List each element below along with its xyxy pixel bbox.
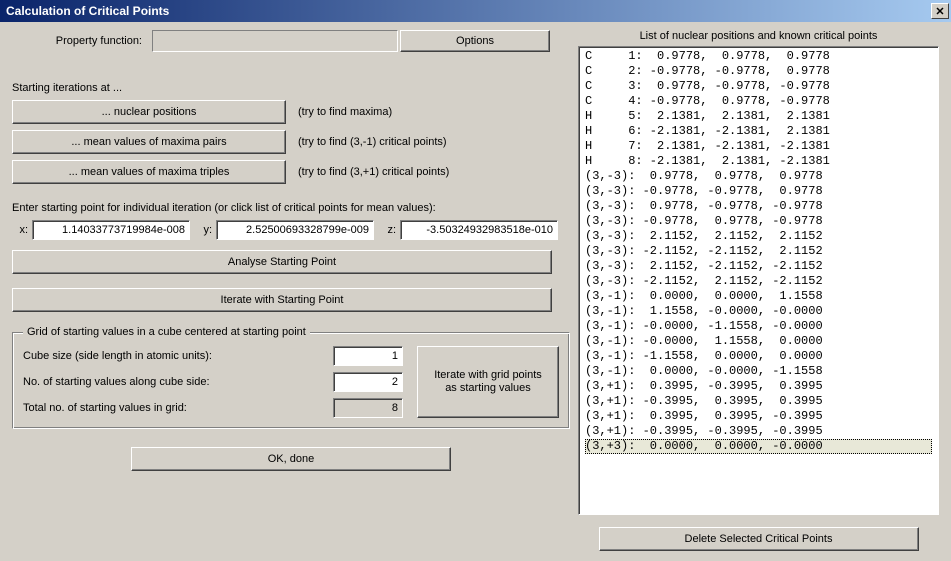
list-item[interactable]: H 6: -2.1381, -2.1381, 2.1381 — [585, 124, 932, 139]
list-item[interactable]: (3,-3): -0.9778, -0.9778, 0.9778 — [585, 184, 932, 199]
list-item[interactable]: (3,-1): -0.0000, -1.1558, -0.0000 — [585, 319, 932, 334]
grid-groupbox: Grid of starting values in a cube center… — [12, 326, 570, 429]
maxima-triples-button[interactable]: ... mean values of maxima triples — [12, 160, 286, 184]
maxima-pairs-button[interactable]: ... mean values of maxima pairs — [12, 130, 286, 154]
cube-size-input[interactable] — [333, 346, 403, 366]
total-values-display: 8 — [333, 398, 403, 418]
nuclear-positions-button[interactable]: ... nuclear positions — [12, 100, 286, 124]
list-item[interactable]: (3,-1): 0.0000, 0.0000, 1.1558 — [585, 289, 932, 304]
list-item[interactable]: C 1: 0.9778, 0.9778, 0.9778 — [585, 49, 932, 64]
list-item[interactable]: C 3: 0.9778, -0.9778, -0.9778 — [585, 79, 932, 94]
starting-iterations-label: Starting iterations at ... — [12, 82, 570, 94]
iterate-grid-button[interactable]: Iterate with grid points as starting val… — [417, 346, 559, 418]
list-item[interactable]: H 7: 2.1381, -2.1381, -2.1381 — [585, 139, 932, 154]
delete-selected-button[interactable]: Delete Selected Critical Points — [599, 527, 919, 551]
grid-legend: Grid of starting values in a cube center… — [23, 326, 310, 338]
list-item[interactable]: (3,-3): -2.1152, 2.1152, -2.1152 — [585, 274, 932, 289]
triples-hint: (try to find (3,+1) critical points) — [298, 166, 449, 178]
total-values-label: Total no. of starting values in grid: — [23, 402, 333, 414]
y-label: y: — [190, 224, 216, 236]
individual-start-label: Enter starting point for individual iter… — [12, 202, 570, 214]
list-item[interactable]: (3,-3): -0.9778, 0.9778, -0.9778 — [585, 214, 932, 229]
list-item[interactable]: (3,-1): -0.0000, 1.1558, 0.0000 — [585, 334, 932, 349]
cube-size-label: Cube size (side length in atomic units): — [23, 350, 333, 362]
list-item[interactable]: (3,-1): 1.1558, -0.0000, -0.0000 — [585, 304, 932, 319]
list-item[interactable]: (3,+1): 0.3995, 0.3995, -0.3995 — [585, 409, 932, 424]
ok-button[interactable]: OK, done — [131, 447, 451, 471]
property-function-label: Property function: — [12, 35, 152, 47]
nuclear-hint: (try to find maxima) — [298, 106, 392, 118]
list-item[interactable]: (3,-1): -1.1558, 0.0000, 0.0000 — [585, 349, 932, 364]
pairs-hint: (try to find (3,-1) critical points) — [298, 136, 447, 148]
window-title: Calculation of Critical Points — [6, 4, 169, 18]
options-button[interactable]: Options — [400, 30, 550, 52]
y-input[interactable] — [216, 220, 374, 240]
list-item[interactable]: H 5: 2.1381, 2.1381, 2.1381 — [585, 109, 932, 124]
list-item[interactable]: (3,-3): 2.1152, -2.1152, -2.1152 — [585, 259, 932, 274]
list-item[interactable]: (3,+3): 0.0000, 0.0000, -0.0000 — [585, 439, 932, 454]
list-item[interactable]: C 2: -0.9778, -0.9778, 0.9778 — [585, 64, 932, 79]
list-item[interactable]: (3,-3): 0.9778, -0.9778, -0.9778 — [585, 199, 932, 214]
z-input[interactable] — [400, 220, 558, 240]
analyse-button[interactable]: Analyse Starting Point — [12, 250, 552, 274]
list-item[interactable]: (3,-1): 0.0000, -0.0000, -1.1558 — [585, 364, 932, 379]
starting-values-input[interactable] — [333, 372, 403, 392]
dialog-body: Property function: Options Starting iter… — [0, 22, 951, 561]
list-item[interactable]: (3,+1): -0.3995, 0.3995, 0.3995 — [585, 394, 932, 409]
titlebar: Calculation of Critical Points ✕ — [0, 0, 951, 22]
list-item[interactable]: (3,+1): -0.3995, -0.3995, -0.3995 — [585, 424, 932, 439]
iterate-button[interactable]: Iterate with Starting Point — [12, 288, 552, 312]
list-item[interactable]: (3,-3): 0.9778, 0.9778, 0.9778 — [585, 169, 932, 184]
left-panel: Property function: Options Starting iter… — [12, 30, 578, 551]
property-function-field[interactable] — [152, 30, 398, 52]
z-label: z: — [374, 224, 400, 236]
list-item[interactable]: (3,-3): 2.1152, 2.1152, 2.1152 — [585, 229, 932, 244]
critical-points-list[interactable]: C 1: 0.9778, 0.9778, 0.9778C 2: -0.9778,… — [578, 46, 939, 515]
close-icon[interactable]: ✕ — [931, 3, 949, 19]
starting-values-label: No. of starting values along cube side: — [23, 376, 333, 388]
x-input[interactable] — [32, 220, 190, 240]
list-item[interactable]: C 4: -0.9778, 0.9778, -0.9778 — [585, 94, 932, 109]
list-item[interactable]: H 8: -2.1381, 2.1381, -2.1381 — [585, 154, 932, 169]
right-panel: List of nuclear positions and known crit… — [578, 30, 939, 551]
x-label: x: — [12, 224, 32, 236]
list-title: List of nuclear positions and known crit… — [578, 30, 939, 42]
list-item[interactable]: (3,+1): 0.3995, -0.3995, 0.3995 — [585, 379, 932, 394]
list-item[interactable]: (3,-3): -2.1152, -2.1152, 2.1152 — [585, 244, 932, 259]
